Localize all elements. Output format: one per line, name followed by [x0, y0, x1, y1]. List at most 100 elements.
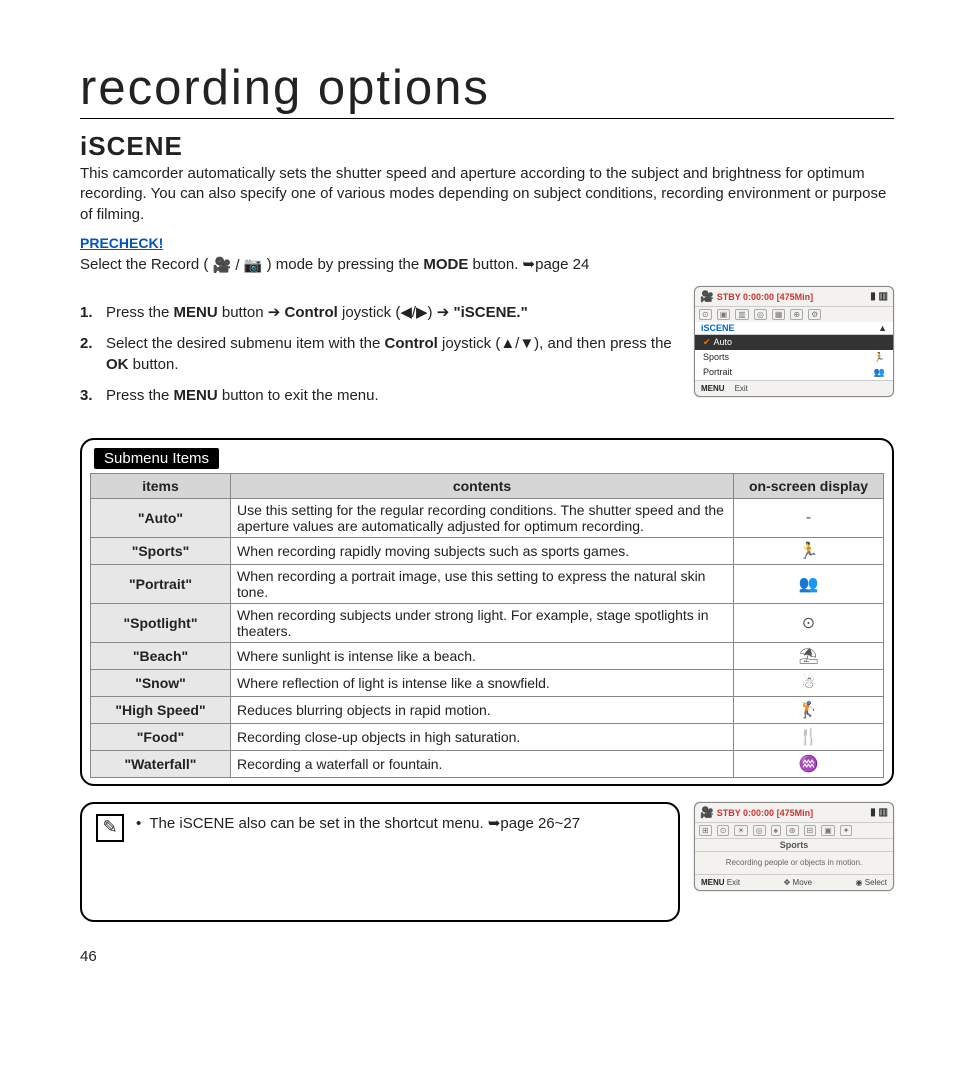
tab-icon: ⊞	[699, 825, 712, 836]
lcd-menu-btn: MENU	[701, 878, 725, 887]
submenu-tab: Submenu Items	[94, 448, 219, 469]
t: Press the	[106, 387, 174, 404]
lcd-mode-desc: Recording people or objects in motion.	[695, 852, 893, 874]
battery-icon: ▮ ▥	[870, 291, 888, 302]
submenu-table: items contents on-screen display "Auto"U…	[90, 473, 884, 778]
precheck-label: PRECHECK!	[80, 235, 894, 251]
item-desc: Reduces blurring objects in rapid motion…	[231, 696, 734, 723]
check-icon: ✔	[703, 337, 711, 347]
tab-icon: ⊟	[804, 825, 817, 836]
item-osd-icon: ♒	[734, 750, 884, 777]
item-desc: When recording rapidly moving subjects s…	[231, 537, 734, 564]
tab-icon: ▣	[717, 309, 731, 320]
t: button ➔	[218, 304, 285, 321]
table-row: "High Speed"Reduces blurring objects in …	[91, 696, 884, 723]
table-row: "Food"Recording close-up objects in high…	[91, 723, 884, 750]
tab-icon: ✦	[840, 825, 853, 836]
portrait-icon: 👥	[874, 367, 885, 378]
iscene-label: "iSCENE."	[453, 304, 527, 321]
sports-icon: 🏃	[874, 352, 885, 363]
col-items: items	[91, 473, 231, 498]
item-name: "Portrait"	[91, 564, 231, 603]
lcd-status: STBY 0:00:00 [475Min]	[717, 292, 813, 302]
table-row: "Waterfall"Recording a waterfall or foun…	[91, 750, 884, 777]
precheck-text-1: Select the Record (	[80, 256, 213, 273]
item-name: "Beach"	[91, 642, 231, 669]
item-name: "Spotlight"	[91, 603, 231, 642]
lcd-menu-row-portrait: Portrait 👥	[695, 365, 893, 380]
item-name: "Sports"	[91, 537, 231, 564]
item-name: "Auto"	[91, 498, 231, 537]
item-name: "High Speed"	[91, 696, 231, 723]
lcd-exit: Exit	[727, 878, 740, 887]
steps-list: 1. Press the MENU button ➔ Control joyst…	[80, 292, 682, 416]
row-label: Sports	[703, 352, 729, 362]
precheck-text-2: ) mode by pressing the	[267, 256, 424, 273]
tab-icon: ⊙	[699, 309, 712, 320]
item-osd-icon: 🏌	[734, 696, 884, 723]
section-heading-upper: SCENE	[88, 131, 183, 161]
tab-icon: ▥	[735, 309, 749, 320]
lcd-menu-title: iSCENE	[701, 323, 735, 333]
tab-icon: ⊙	[717, 825, 730, 836]
row-label: Portrait	[703, 367, 732, 377]
item-osd-icon: ☃	[734, 669, 884, 696]
intro-text: This camcorder automatically sets the sh…	[80, 164, 894, 225]
up-arrow-icon: ▲	[878, 323, 887, 333]
t: joystick (▲/▼), and then press the	[438, 335, 672, 352]
tab-icon: ⊛	[786, 825, 799, 836]
item-name: "Snow"	[91, 669, 231, 696]
menu-label: MENU	[174, 387, 218, 404]
lcd-icon-row: ⊞ ⊙ ☀ ◎ ♠ ⊛ ⊟ ▣ ✦	[695, 823, 893, 838]
t: button.	[129, 356, 179, 373]
record-icon: 🎥	[700, 807, 714, 819]
step-3: 3. Press the MENU button to exit the men…	[80, 385, 682, 406]
section-heading: iSCENE	[80, 131, 894, 162]
step-1: 1. Press the MENU button ➔ Control joyst…	[80, 302, 682, 323]
tab-icon: ☀	[734, 825, 747, 836]
page-title: recording options	[80, 60, 894, 119]
tab-icon: ▣	[821, 825, 835, 836]
note-panel: ✎ • The iSCENE also can be set in the sh…	[80, 802, 680, 922]
item-osd-icon: ⊙	[734, 603, 884, 642]
item-osd-icon: ⛱	[734, 642, 884, 669]
note-text: • The iSCENE also can be set in the shor…	[136, 814, 664, 832]
note-body: The iSCENE also can be set in the shortc…	[149, 815, 580, 832]
item-desc: Recording a waterfall or fountain.	[231, 750, 734, 777]
lcd-mode-label: Sports	[695, 838, 893, 852]
precheck-mode-label: MODE	[423, 256, 468, 273]
t: Select the desired submenu item with the	[106, 335, 384, 352]
lcd-menu-row-sports: Sports 🏃	[695, 350, 893, 365]
lcd-shortcut-screenshot: 🎥STBY 0:00:00 [475Min] ▮ ▥ ⊞⊙☀◎♠⊛⊟▣✦ Spo…	[694, 802, 894, 891]
tab-icon: ♠	[771, 825, 781, 836]
table-row: "Sports"When recording rapidly moving su…	[91, 537, 884, 564]
table-row: "Auto"Use this setting for the regular r…	[91, 498, 884, 537]
control-label: Control	[284, 304, 337, 321]
table-row: "Spotlight"When recording subjects under…	[91, 603, 884, 642]
battery-icon: ▮ ▥	[870, 807, 888, 818]
table-row: "Portrait"When recording a portrait imag…	[91, 564, 884, 603]
col-osd: on-screen display	[734, 473, 884, 498]
item-osd-icon: -	[734, 498, 884, 537]
item-name: "Waterfall"	[91, 750, 231, 777]
tab-icon: ⚙	[808, 309, 821, 320]
tab-icon: ⊕	[790, 309, 803, 320]
table-row: "Snow"Where reflection of light is inten…	[91, 669, 884, 696]
item-desc: When recording subjects under strong lig…	[231, 603, 734, 642]
lcd-menu-row-auto: ✔Auto	[695, 335, 893, 350]
item-desc: When recording a portrait image, use thi…	[231, 564, 734, 603]
lcd-menu-btn: MENU	[701, 384, 725, 393]
control-label: Control	[384, 335, 437, 352]
lcd-move: Move	[793, 878, 813, 887]
tab-icon: ◎	[753, 825, 766, 836]
ok-label: OK	[106, 356, 129, 373]
tab-icon: ▦	[772, 309, 786, 320]
step-2: 2. Select the desired submenu item with …	[80, 333, 682, 375]
bullet: •	[136, 815, 141, 832]
page-number: 46	[80, 948, 894, 965]
note-icon: ✎	[96, 814, 124, 842]
step-num: 3.	[80, 385, 98, 406]
item-desc: Where reflection of light is intense lik…	[231, 669, 734, 696]
tab-icon: ◎	[754, 309, 767, 320]
col-contents: contents	[231, 473, 734, 498]
